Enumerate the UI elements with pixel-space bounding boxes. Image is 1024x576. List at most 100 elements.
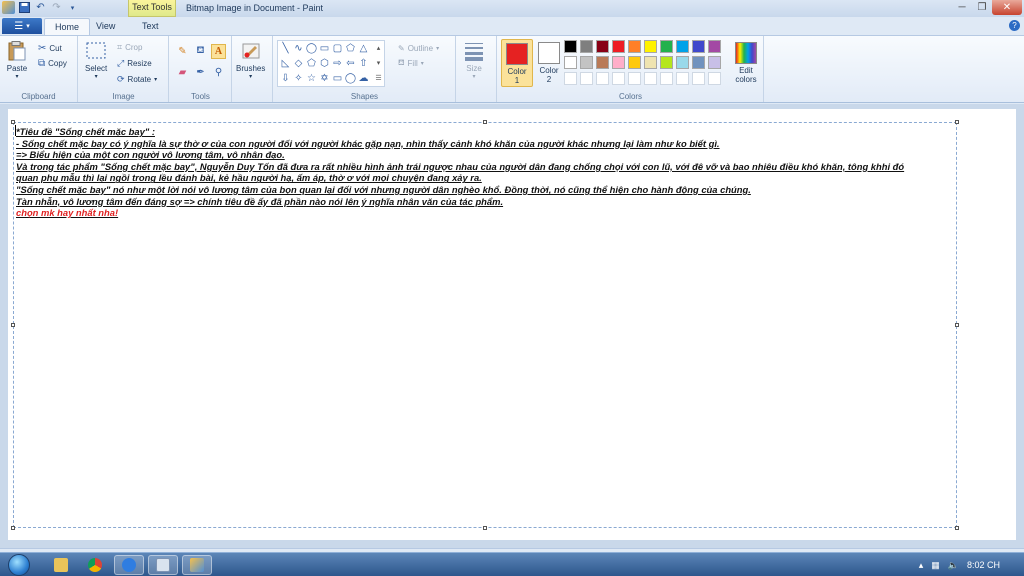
palette-swatch[interactable] (564, 72, 577, 85)
customize-qat-icon[interactable]: ▾ (66, 1, 79, 14)
taskbar-document-button[interactable] (148, 555, 178, 575)
diamond-shape-icon[interactable]: ◇ (292, 57, 305, 70)
color1-button[interactable]: Color 1 (501, 39, 533, 87)
resize-handle[interactable] (483, 526, 487, 530)
palette-swatch[interactable] (580, 56, 593, 69)
fill-button[interactable]: ⛾ Fill ▾ (398, 56, 424, 70)
resize-handle[interactable] (11, 323, 15, 327)
palette-swatch[interactable] (596, 72, 609, 85)
polygon-shape-icon[interactable]: ⬠ (344, 42, 357, 55)
left-arrow-shape-icon[interactable]: ⇦ (344, 57, 357, 70)
palette-swatch[interactable] (596, 40, 609, 53)
start-button[interactable] (4, 553, 34, 576)
palette-swatch[interactable] (708, 56, 721, 69)
resize-handle[interactable] (483, 120, 487, 124)
edit-colors-button[interactable]: Edit colors (730, 39, 762, 87)
paint-menu-button[interactable]: ☰ ▾ (2, 18, 42, 34)
palette-swatch[interactable] (564, 56, 577, 69)
taskbar-paint-button[interactable] (182, 555, 212, 575)
palette-swatch[interactable] (580, 40, 593, 53)
resize-handle[interactable] (955, 323, 959, 327)
close-button[interactable]: ✕ (992, 0, 1022, 15)
rotate-button[interactable]: ⟳ Rotate ▾ (117, 72, 157, 86)
color-picker-icon[interactable]: ✒ (193, 65, 208, 80)
palette-swatch[interactable] (692, 56, 705, 69)
palette-swatch[interactable] (660, 56, 673, 69)
palette-swatch[interactable] (660, 72, 673, 85)
four-point-star-shape-icon[interactable]: ✧ (292, 72, 305, 85)
resize-button[interactable]: ⤢ Resize (117, 56, 152, 70)
palette-swatch[interactable] (708, 40, 721, 53)
scroll-up-icon[interactable]: ▴ (372, 42, 385, 55)
pencil-icon[interactable]: ✎ (175, 44, 190, 59)
maximize-button[interactable]: ❐ (972, 0, 992, 15)
oval-shape-icon[interactable]: ◯ (305, 42, 318, 55)
taskbar-explorer-button[interactable] (46, 555, 76, 575)
undo-icon[interactable]: ↶ (34, 1, 47, 14)
palette-swatch[interactable] (676, 72, 689, 85)
right-arrow-shape-icon[interactable]: ⇨ (331, 57, 344, 70)
palette-swatch[interactable] (676, 56, 689, 69)
volume-icon[interactable]: 🔈 (948, 560, 959, 571)
paint-app-icon[interactable] (2, 1, 15, 14)
taskbar-zalo-button[interactable] (114, 555, 144, 575)
shapes-gallery[interactable]: ╲ ∿ ◯ ▭ ▢ ⬠ △ ◺ ◇ ⬠ ⬡ ⇨ ⇦ ⇧ ⇩ ✧ ☆ ✡ ▭ ◯ … (277, 40, 385, 87)
pentagon-shape-icon[interactable]: ⬠ (305, 57, 318, 70)
palette-swatch[interactable] (564, 40, 577, 53)
show-hidden-icons-icon[interactable]: ▴ (919, 560, 924, 571)
palette-swatch[interactable] (644, 40, 657, 53)
select-button[interactable]: Select ▾ (85, 40, 107, 80)
palette-swatch[interactable] (644, 56, 657, 69)
text-box[interactable]: *Tiêu đề "Sống chết mặc bay" : - Sống ch… (11, 120, 959, 530)
palette-swatch[interactable] (612, 40, 625, 53)
resize-handle[interactable] (11, 526, 15, 530)
triangle-shape-icon[interactable]: △ (357, 42, 370, 55)
scroll-down-icon[interactable]: ▾ (372, 57, 385, 70)
fill-bucket-icon[interactable]: ⛾ (193, 44, 208, 59)
text-content[interactable]: *Tiêu đề "Sống chết mặc bay" : - Sống ch… (16, 126, 956, 219)
color2-button[interactable]: Color 2 (533, 39, 565, 87)
line-shape-icon[interactable]: ╲ (279, 42, 292, 55)
palette-swatch[interactable] (628, 72, 641, 85)
palette-swatch[interactable] (644, 72, 657, 85)
callout-shape-icon[interactable]: ▭ (331, 72, 344, 85)
palette-swatch[interactable] (612, 72, 625, 85)
resize-handle[interactable] (955, 120, 959, 124)
palette-swatch[interactable] (612, 56, 625, 69)
curve-shape-icon[interactable]: ∿ (292, 42, 305, 55)
outline-button[interactable]: ✎ Outline ▾ (398, 41, 439, 55)
size-button[interactable]: Size ▾ (463, 40, 485, 80)
save-icon[interactable] (18, 1, 31, 14)
rectangle-shape-icon[interactable]: ▭ (318, 42, 331, 55)
minimize-button[interactable]: ─ (952, 0, 972, 15)
magnifier-icon[interactable]: ⚲ (211, 65, 226, 80)
palette-swatch[interactable] (628, 56, 641, 69)
copy-button[interactable]: ⧉ Copy (38, 56, 67, 70)
hexagon-shape-icon[interactable]: ⬡ (318, 57, 331, 70)
drawing-canvas[interactable]: *Tiêu đề "Sống chết mặc bay" : - Sống ch… (8, 109, 1016, 540)
rounded-rectangle-shape-icon[interactable]: ▢ (331, 42, 344, 55)
network-icon[interactable]: ▦ (931, 560, 940, 571)
palette-swatch[interactable] (660, 40, 673, 53)
expand-gallery-icon[interactable]: ☰ (372, 72, 385, 85)
crop-button[interactable]: ⌗ Crop (117, 40, 142, 54)
palette-swatch[interactable] (596, 56, 609, 69)
taskbar-chrome-button[interactable] (80, 555, 110, 575)
up-arrow-shape-icon[interactable]: ⇧ (357, 57, 370, 70)
palette-swatch[interactable] (708, 72, 721, 85)
palette-swatch[interactable] (628, 40, 641, 53)
clock[interactable]: 8:02 CH (967, 560, 1000, 570)
palette-swatch[interactable] (676, 40, 689, 53)
tab-view[interactable]: View (86, 18, 125, 35)
palette-swatch[interactable] (580, 72, 593, 85)
brushes-button[interactable]: Brushes ▾ (236, 40, 265, 80)
paste-button[interactable]: Paste ▾ (6, 40, 28, 80)
resize-handle[interactable] (11, 120, 15, 124)
palette-swatch[interactable] (692, 40, 705, 53)
redo-icon[interactable]: ↷ (50, 1, 63, 14)
right-triangle-shape-icon[interactable]: ◺ (279, 57, 292, 70)
text-tool-icon[interactable]: A (211, 44, 226, 59)
palette-swatch[interactable] (692, 72, 705, 85)
tab-home[interactable]: Home (44, 18, 91, 35)
cloud-callout-shape-icon[interactable]: ☁ (357, 72, 370, 85)
